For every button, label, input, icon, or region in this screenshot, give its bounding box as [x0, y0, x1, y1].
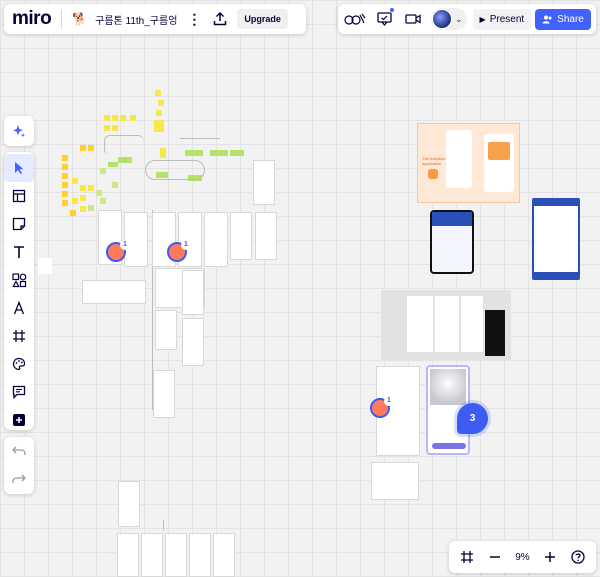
undo-icon[interactable]	[4, 437, 34, 465]
play-icon: ▶	[479, 14, 486, 24]
zoom-in-icon[interactable]	[544, 551, 556, 563]
collaborator-cursor-count: 1	[384, 396, 394, 406]
help-icon[interactable]	[571, 550, 585, 564]
collaborator-cursor-count: 1	[181, 240, 191, 250]
phone-mockup[interactable]	[430, 210, 474, 274]
collaborators-bubble[interactable]: 3	[457, 403, 488, 434]
collaboration-toolbar: ⌄ ▶ Present Share	[338, 4, 596, 34]
board-emoji-icon: 🐕	[72, 12, 88, 26]
templates-icon[interactable]	[4, 182, 34, 210]
board-menu-icon[interactable]: ⋮	[187, 11, 201, 28]
collaborator-cursor-count: 1	[120, 240, 130, 250]
more-tools-icon[interactable]	[4, 406, 34, 434]
board-canvas[interactable]: The Adoption application 1 1 1 3	[0, 0, 600, 577]
wireframe-frame[interactable]	[155, 310, 177, 350]
video-call-icon[interactable]	[402, 8, 424, 30]
frame-tool-icon[interactable]	[4, 322, 34, 350]
app-presentation-frame[interactable]: The Adoption application	[417, 123, 520, 203]
note-frame[interactable]	[38, 258, 52, 274]
board-name[interactable]: 구름톤 11th_구름엉	[95, 12, 177, 27]
dog-app-screen[interactable]	[371, 462, 419, 500]
ai-sparkle-icon[interactable]	[4, 116, 34, 146]
wireframe-frame[interactable]	[117, 533, 139, 577]
present-button[interactable]: ▶ Present	[472, 8, 532, 30]
wireframe-frame[interactable]	[182, 270, 204, 315]
comment-screen-icon[interactable]	[373, 8, 395, 30]
zoom-level[interactable]: 9%	[515, 552, 529, 563]
chevron-down-icon: ⌄	[455, 13, 463, 24]
phone-mockup[interactable]	[532, 198, 580, 280]
export-icon[interactable]	[211, 10, 229, 28]
notification-dot	[390, 8, 394, 12]
wireframe-frame[interactable]	[141, 533, 163, 577]
avatar	[432, 9, 452, 29]
comment-icon[interactable]	[4, 378, 34, 406]
wireframe-frame[interactable]	[230, 212, 252, 260]
wireframe-frame[interactable]	[255, 212, 277, 260]
wireframe-frame[interactable]	[253, 160, 275, 205]
stickers-icon[interactable]	[4, 350, 34, 378]
ai-toolbar	[4, 116, 34, 146]
wireframe-frame[interactable]	[82, 280, 146, 304]
wireframe-frame[interactable]	[153, 370, 175, 418]
upgrade-button[interactable]: Upgrade	[237, 9, 288, 29]
zoom-out-icon[interactable]	[489, 551, 501, 563]
zoom-controls: 9%	[449, 541, 596, 573]
text-tool-icon[interactable]	[4, 238, 34, 266]
share-label: Share	[557, 13, 584, 25]
wireframe-frame[interactable]	[189, 533, 211, 577]
present-label: Present	[489, 13, 525, 25]
redo-icon[interactable]	[4, 465, 34, 493]
miro-logo[interactable]: miro	[12, 8, 52, 30]
users-icon	[542, 15, 552, 23]
reactions-icon[interactable]	[344, 8, 366, 30]
creation-toolbar	[4, 152, 34, 430]
wireframe-frame[interactable]	[118, 481, 140, 527]
history-toolbar	[4, 437, 34, 494]
wireframe-frame[interactable]	[165, 533, 187, 577]
pen-icon[interactable]	[4, 294, 34, 322]
fit-to-screen-icon[interactable]	[460, 550, 474, 564]
board-header: miro 🐕 구름톤 11th_구름엉 ⋮ Upgrade	[4, 4, 306, 34]
wireframe-frame[interactable]	[204, 212, 228, 267]
user-menu[interactable]: ⌄	[431, 8, 467, 30]
wireframe-frame[interactable]	[124, 212, 148, 267]
select-tool-icon[interactable]	[4, 154, 34, 182]
screen-group-frame[interactable]	[381, 290, 511, 360]
header-divider	[61, 10, 63, 28]
sticky-note-icon[interactable]	[4, 210, 34, 238]
shapes-icon[interactable]	[4, 266, 34, 294]
share-button[interactable]: Share	[535, 8, 591, 30]
wireframe-frame[interactable]	[182, 318, 204, 366]
wireframe-frame[interactable]	[213, 533, 235, 577]
